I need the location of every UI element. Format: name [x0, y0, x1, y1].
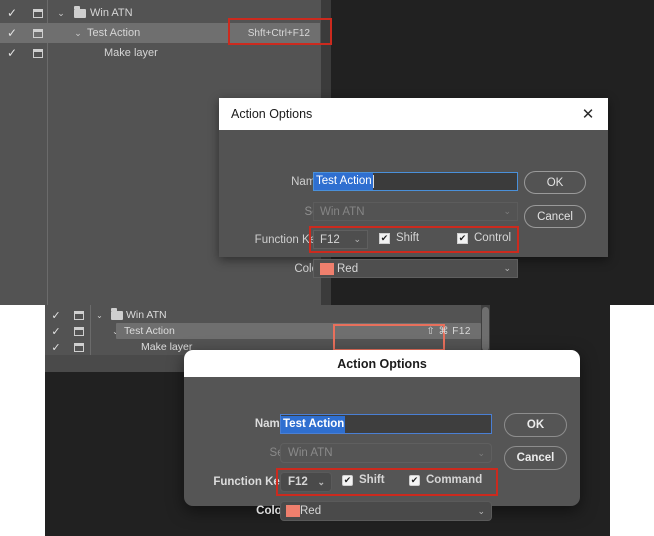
name-input-value: Test Action	[281, 415, 346, 433]
highlight-mac-function-key-row	[276, 468, 498, 496]
folder-icon	[108, 308, 126, 320]
windows-action-options-dialog: Action Options ✕ Name: Test Action Set: …	[219, 98, 608, 278]
check-icon[interactable]: ✓	[45, 325, 67, 338]
dialog-toggle-icon[interactable]	[24, 28, 52, 38]
chevron-down-icon: ⌄	[477, 447, 485, 458]
name-input[interactable]: Test Action	[280, 414, 492, 434]
action-row-set[interactable]: ✓ ⌄ Win ATN	[45, 307, 481, 323]
dialog-title: Action Options	[337, 356, 427, 371]
check-icon[interactable]: ✓	[0, 26, 24, 40]
action-name-label: Test Action	[87, 27, 141, 39]
windows-screenshot-region: ✓ ⌄ Win ATN ✓ ⌄ Test Action Shft+Ctrl+F1…	[0, 0, 654, 305]
color-swatch	[286, 505, 300, 517]
set-select: Win ATN ⌄	[280, 443, 492, 463]
check-icon[interactable]: ✓	[0, 46, 24, 60]
chevron-down-icon[interactable]: ⌄	[91, 311, 108, 320]
dialog-body: Name: Test Action Set: Win ATN ⌄ Functio…	[184, 377, 580, 521]
action-name-label: Test Action	[124, 325, 175, 337]
action-set-label: Win ATN	[90, 7, 133, 19]
color-select[interactable]: Red ⌄	[313, 259, 518, 278]
chevron-down-icon[interactable]: ⌄	[69, 28, 87, 39]
mac-action-options-dialog: Action Options Name: Test Action Set: Wi…	[184, 350, 580, 521]
cancel-button[interactable]: Cancel	[524, 205, 586, 228]
dialog-toggle-icon[interactable]	[24, 48, 52, 58]
color-select-value: Red	[300, 505, 322, 517]
check-icon[interactable]: ✓	[45, 309, 67, 322]
close-icon[interactable]: ✕	[568, 98, 608, 130]
chevron-down-icon: ⌄	[503, 206, 511, 216]
chevron-down-icon: ⌄	[477, 505, 485, 516]
action-shortcut-label: ⇧ ⌘ F12	[426, 325, 471, 337]
action-step-label: Make layer	[104, 47, 158, 59]
name-input[interactable]: Test Action	[313, 172, 518, 191]
ok-button[interactable]: OK	[504, 413, 567, 437]
ok-button[interactable]: OK	[524, 171, 586, 194]
chevron-down-icon: ⌄	[503, 263, 511, 273]
color-swatch	[320, 262, 334, 275]
dialog-toggle-icon[interactable]	[67, 326, 91, 336]
name-input-value: Test Action	[314, 173, 373, 190]
dialog-toggle-icon[interactable]	[67, 310, 91, 320]
set-select-value: Win ATN	[288, 447, 333, 459]
color-select-value: Red	[337, 262, 359, 275]
check-icon[interactable]: ✓	[0, 6, 24, 20]
set-select: Win ATN ⌄	[313, 202, 518, 221]
action-row-make-layer[interactable]: ✓ Make layer	[0, 43, 320, 63]
text-caret	[372, 175, 374, 188]
dialog-titlebar: Action Options ✕	[219, 98, 608, 130]
dialog-toggle-icon[interactable]	[24, 8, 52, 18]
chevron-down-icon[interactable]: ⌄	[52, 8, 70, 19]
dialog-titlebar: Action Options	[184, 350, 580, 377]
check-icon[interactable]: ✓	[45, 341, 67, 354]
color-select[interactable]: Red ⌄	[280, 501, 492, 521]
folder-icon	[70, 6, 90, 18]
highlight-windows-function-key-row	[309, 226, 519, 253]
dialog-title: Action Options	[231, 107, 313, 121]
cancel-button[interactable]: Cancel	[504, 446, 567, 470]
action-set-label: Win ATN	[126, 309, 167, 321]
function-key-label: Function Key:	[213, 476, 290, 488]
panel-scrollbar[interactable]	[481, 305, 490, 355]
dialog-toggle-icon[interactable]	[67, 342, 91, 352]
dialog-body: Name: Test Action Set: Win ATN ⌄ Functio…	[219, 130, 608, 278]
highlight-windows-shortcut	[228, 18, 332, 45]
set-select-value: Win ATN	[320, 205, 365, 218]
action-step-label: Make layer	[141, 341, 193, 353]
